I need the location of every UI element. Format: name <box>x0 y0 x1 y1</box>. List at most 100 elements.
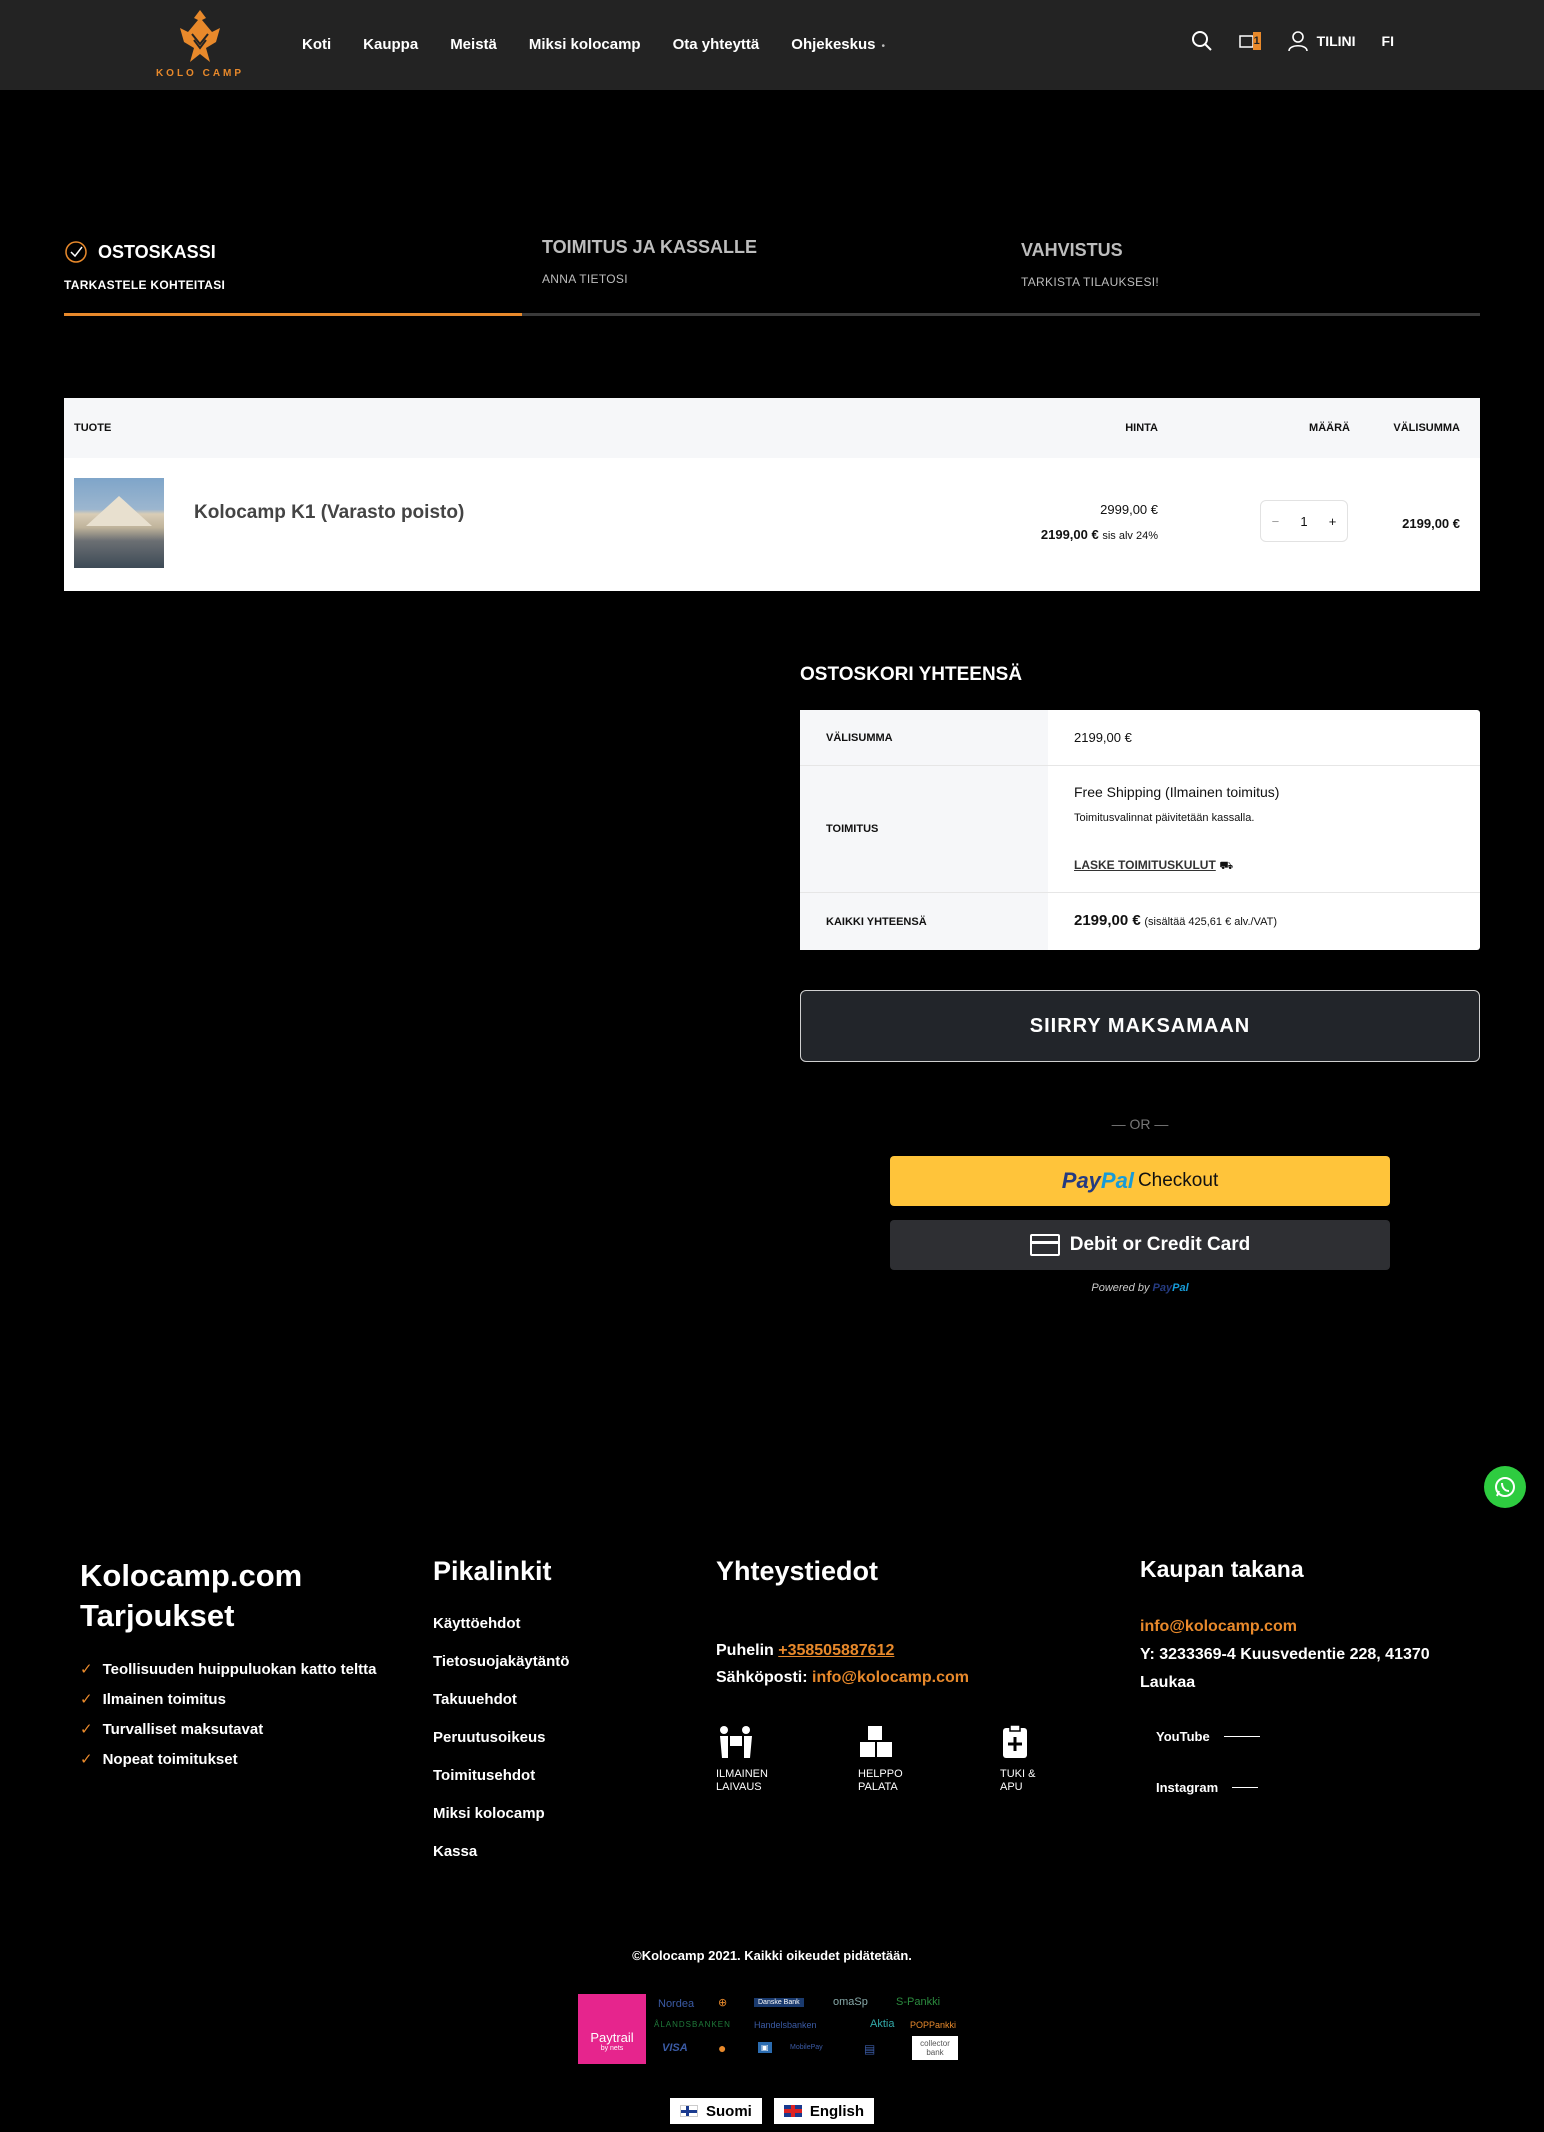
op-logo-icon: ⊕ <box>718 1997 728 2009</box>
omasp-logo: omaSp <box>833 1996 868 2008</box>
paypal-checkout-label: Checkout <box>1137 1170 1219 1191</box>
check-icon: ✓ <box>80 1691 93 1708</box>
truck-icon: ⛟ <box>1219 860 1234 872</box>
col-price: HINTA <box>1125 422 1158 434</box>
qty-plus-button[interactable]: + <box>1329 514 1337 529</box>
checkout-steps: OSTOSKASSI TARKASTELE KOHTEITASI TOIMITU… <box>64 237 1480 320</box>
step-cart-subtitle: TARKASTELE KOHTEITASI <box>64 278 226 292</box>
powered-by-paypal: Powered by PayPal <box>1091 1282 1189 1294</box>
totals-row-shipping: TOIMITUS Free Shipping (Ilmainen toimitu… <box>800 766 1480 893</box>
step-confirm-subtitle: TARKISTA TILAUKSESI! <box>1021 275 1160 289</box>
danske-logo: Danske Bank <box>754 1998 804 2007</box>
phone-label: Puhelin <box>716 1642 774 1659</box>
nav-meista[interactable]: Meistä <box>450 36 497 54</box>
footer-link-peruutusoikeus[interactable]: Peruutusoikeus <box>433 1729 653 1746</box>
payment-logos: Paytrail by nets Nordea ⊕ Danske Bank om… <box>578 1994 968 2064</box>
email-link[interactable]: info@kolocamp.com <box>812 1669 969 1686</box>
nav-miksi-kolocamp[interactable]: Miksi kolocamp <box>529 36 641 54</box>
footer-features: ILMAINEN LAIVAUS HELPPO PALATA TUKI & AP… <box>716 1724 1078 1794</box>
col-qty: MÄÄRÄ <box>1309 422 1350 434</box>
nav-koti[interactable]: Koti <box>302 36 331 54</box>
language-switch[interactable]: FI <box>1382 33 1394 49</box>
shipping-note: Toimitusvalinnat päivitetään kassalla. <box>1074 812 1255 824</box>
step-confirm-title: VAHVISTUS <box>1021 240 1123 260</box>
paytrail-logo: Paytrail by nets <box>578 1994 646 2064</box>
kolocamp-logo[interactable]: KOLO CAMP <box>155 8 245 84</box>
quantity-stepper: − 1 + <box>1260 500 1348 542</box>
step-shipping-subtitle: ANNA TIETOSI <box>542 272 628 286</box>
total-tax: (sisältää 425,61 € alv./VAT) <box>1144 916 1278 928</box>
paypal-checkout-button[interactable]: Pay Pal Checkout <box>890 1156 1390 1206</box>
check-icon: ✓ <box>80 1721 93 1738</box>
cart-totals-table: VÄLISUMMA 2199,00 € TOIMITUS Free Shippi… <box>800 710 1480 950</box>
footer-company-title: Kaupan takana <box>1140 1556 1304 1582</box>
account-link[interactable]: TILINI <box>1287 30 1356 52</box>
aktia-logo: Aktia <box>870 2018 895 2030</box>
step-shipping-title: TOIMITUS JA KASSALLE <box>542 237 758 257</box>
qty-value[interactable]: 1 <box>1300 514 1307 529</box>
check-icon: ✓ <box>80 1751 93 1768</box>
whatsapp-chat-button[interactable] <box>1484 1466 1526 1508</box>
finland-flag-icon <box>679 2105 698 2117</box>
lang-suomi-button[interactable]: Suomi <box>669 2098 762 2124</box>
feature-free-shipping: ILMAINEN LAIVAUS <box>716 1724 794 1794</box>
footer-contact-title: Yhteystiedot <box>716 1556 879 1586</box>
nav-ota-yhteytta[interactable]: Ota yhteyttä <box>673 36 760 54</box>
card-button-label: Debit or Credit Card <box>1069 1234 1251 1255</box>
logo-text: KOLO CAMP <box>155 68 245 79</box>
step-cart-title: OSTOSKASSI <box>98 241 216 262</box>
list-item: ✓ Ilmainen toimitus <box>80 1690 226 1709</box>
visa-logo: VISA <box>662 2042 688 2054</box>
product-name[interactable]: Kolocamp K1 (Varasto poisto) <box>194 502 464 524</box>
site-header: KOLO CAMP Koti Kauppa Meistä Miksi koloc… <box>0 0 1544 90</box>
tax-note: sis alv 24% <box>1102 530 1158 542</box>
social-instagram[interactable]: Instagram <box>1156 1780 1440 1795</box>
check-icon: ✓ <box>80 1661 93 1678</box>
list-item: ✓ Nopeat toimitukset <box>80 1750 238 1769</box>
search-icon[interactable] <box>1191 30 1213 52</box>
step-shipping[interactable]: TOIMITUS JA KASSALLE ANNA TIETOSI <box>542 237 757 286</box>
cart-table: TUOTE HINTA MÄÄRÄ VÄLISUMMA Kolocamp K1 … <box>64 398 1480 591</box>
card-logo-icon: ▤ <box>864 2042 876 2056</box>
nav-kauppa[interactable]: Kauppa <box>363 36 418 54</box>
lang-english-button[interactable]: English <box>773 2098 874 2124</box>
proceed-to-checkout-button[interactable]: SIIRRY MAKSAMAAN <box>800 990 1480 1062</box>
paypal-logo-pay: Pay <box>1061 1168 1101 1193</box>
mastercard-logo-icon: ● <box>718 2040 727 2056</box>
nav-ohjekeskus[interactable]: Ohjekeskus <box>791 36 875 53</box>
nav-ohjekeskus-wrap[interactable]: Ohjekeskus • <box>791 36 885 54</box>
logo-bird-icon <box>180 10 220 62</box>
col-subtotal: VÄLISUMMA <box>1393 422 1460 434</box>
qty-minus-button[interactable]: − <box>1272 514 1280 529</box>
social-youtube[interactable]: YouTube <box>1156 1729 1440 1744</box>
subtotal-value: 2199,00 € <box>1074 730 1132 745</box>
footer-link-kayttoehdot[interactable]: Käyttöehdot <box>433 1615 653 1632</box>
footer-link-tietosuoja[interactable]: Tietosuojakäytäntö <box>433 1653 653 1670</box>
cart-button[interactable]: 1 <box>1238 32 1261 50</box>
poppankki-logo: POPPankki <box>910 2020 957 2030</box>
paypal-logo-pal: Pal <box>1100 1168 1134 1193</box>
company-email-link[interactable]: info@kolocamp.com <box>1140 1613 1440 1641</box>
amex-logo-icon: ▣ <box>758 2042 772 2053</box>
handelsbanken-logo: Handelsbanken <box>754 2020 817 2030</box>
nordea-logo: Nordea <box>658 1998 695 2010</box>
phone-link[interactable]: +358505887612 <box>778 1642 894 1659</box>
step-cart[interactable]: OSTOSKASSI TARKASTELE KOHTEITASI <box>64 240 225 292</box>
footer-link-miksi-kolocamp[interactable]: Miksi kolocamp <box>433 1805 653 1822</box>
or-divider: — OR — <box>1111 1116 1169 1132</box>
footer-link-toimitusehdot[interactable]: Toimitusehdot <box>433 1767 653 1784</box>
row-subtotal: 2199,00 € <box>1402 516 1460 531</box>
step-confirm[interactable]: VAHVISTUS TARKISTA TILAUKSESI! <box>1021 240 1159 289</box>
clipboard-plus-icon <box>1000 1724 1078 1760</box>
totals-row-subtotal: VÄLISUMMA 2199,00 € <box>800 710 1480 766</box>
product-thumbnail[interactable] <box>74 478 164 568</box>
product-price: 2999,00 € 2199,00 € sis alv 24% <box>1041 502 1158 542</box>
debit-credit-card-button[interactable]: Debit or Credit Card <box>890 1220 1390 1270</box>
footer-quicklinks-title: Pikalinkit <box>433 1556 552 1586</box>
calc-shipping-link[interactable]: LASKE TOIMITUSKULUT ⛟ <box>1074 857 1233 874</box>
old-price: 2999,00 € <box>1100 502 1158 517</box>
footer-link-kassa[interactable]: Kassa <box>433 1843 653 1860</box>
boxes-icon <box>858 1724 936 1760</box>
steps-progress-fill <box>64 313 522 316</box>
footer-link-takuuehdot[interactable]: Takuuehdot <box>433 1691 653 1708</box>
